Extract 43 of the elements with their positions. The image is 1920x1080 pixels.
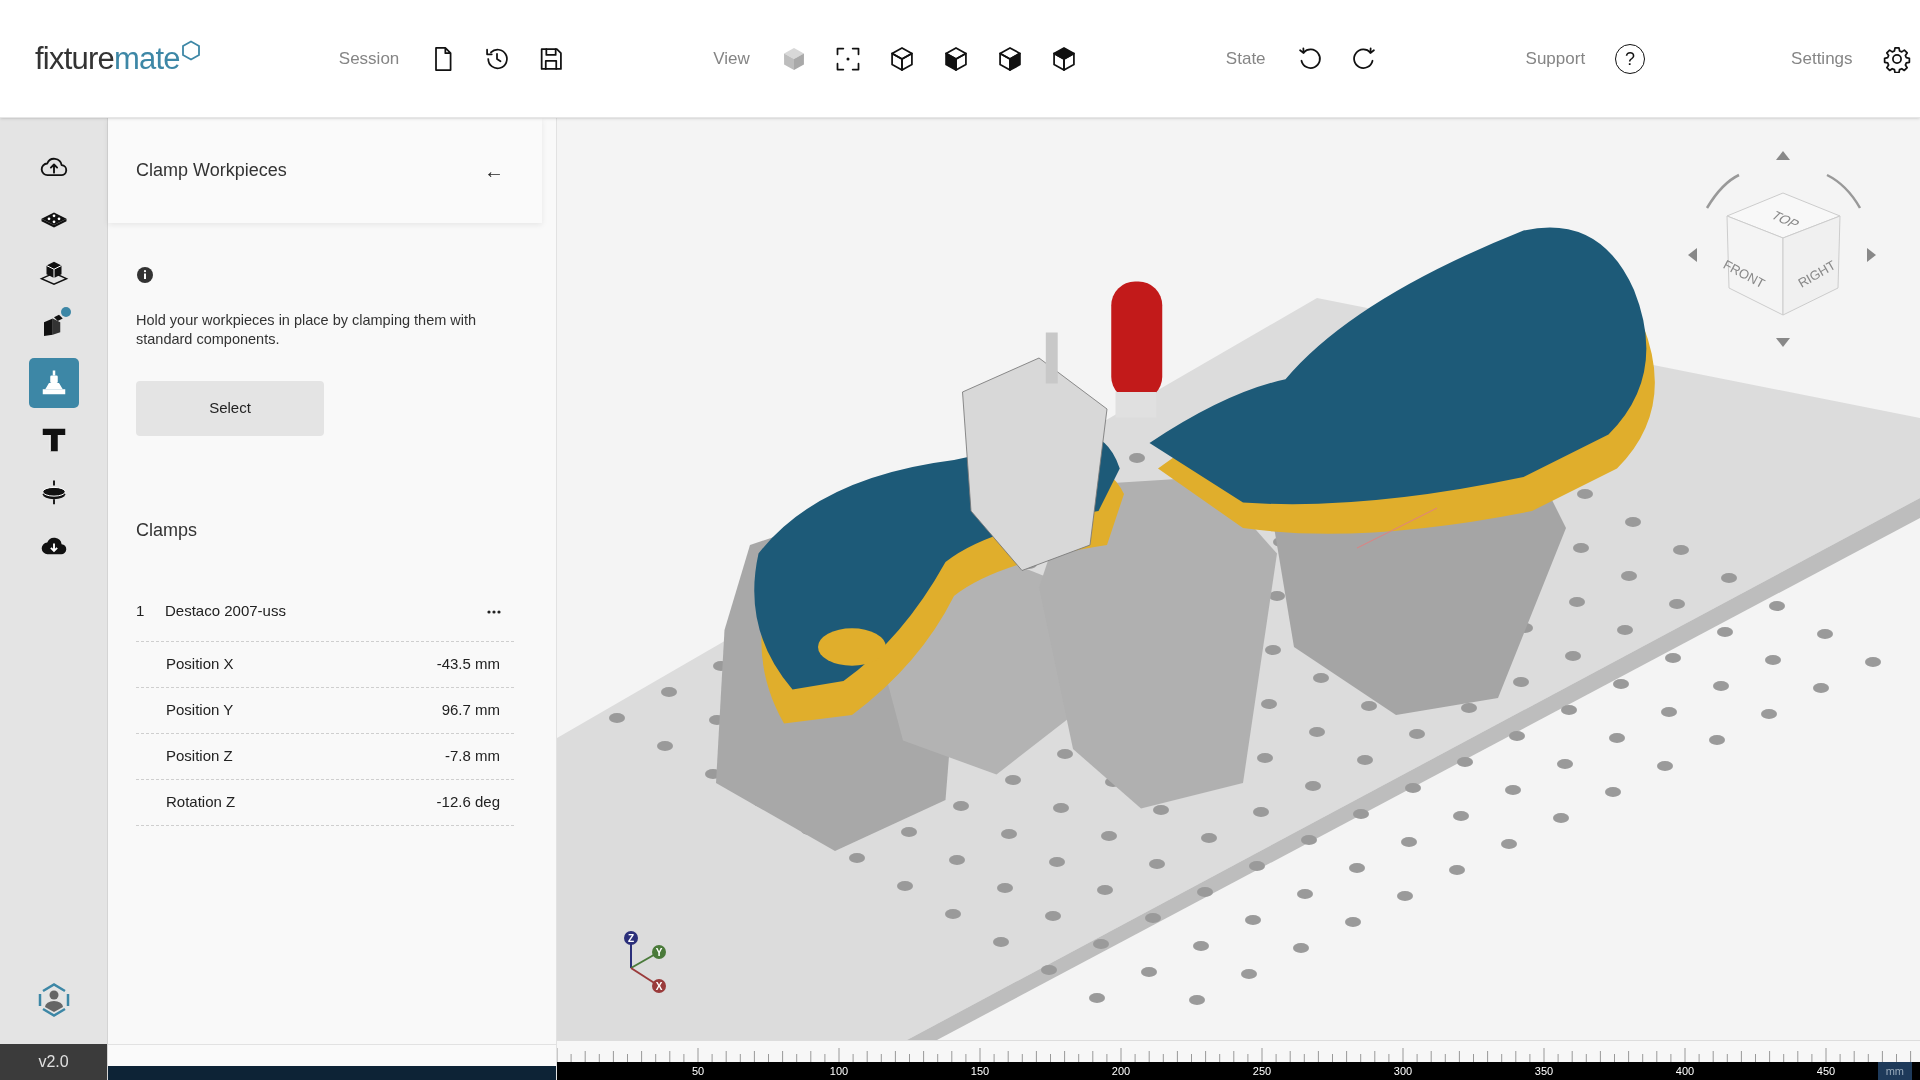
toolbar-group-label: State — [1225, 47, 1266, 70]
ruler-label: 300 — [1393, 1064, 1413, 1078]
axis-indicator: Z — [624, 931, 638, 969]
property-label: Position Z — [166, 746, 233, 767]
property-value: -43.5 mm — [436, 654, 500, 675]
ruler-label: 400 — [1675, 1064, 1695, 1078]
property-value: 96.7 mm — [441, 700, 500, 721]
axis-indicator: Y — [630, 945, 666, 969]
toolbar-group-label: Session — [338, 47, 400, 70]
settings-icon — [1882, 44, 1911, 73]
version-label: v2.0 — [0, 1044, 107, 1080]
section-heading: Clamps — [136, 519, 198, 542]
app-logo: fixturemate — [35, 39, 201, 78]
info-icon — [136, 266, 154, 284]
view-cube-face-label: TOP — [1767, 208, 1803, 231]
more-options-icon[interactable] — [486, 608, 502, 615]
toolbar-group-label: Support — [1525, 47, 1586, 70]
rotate-up-button[interactable] — [1776, 151, 1790, 160]
toolbar-group-label: Settings — [1791, 47, 1853, 70]
toolbar-group-label: View — [713, 47, 750, 70]
ruler-label: 200 — [1111, 1064, 1131, 1078]
ruler-label: 350 — [1534, 1064, 1554, 1078]
unit-label: mm — [1877, 1062, 1912, 1080]
rotate-right-button[interactable] — [1867, 248, 1876, 262]
axis-indicator: X — [630, 967, 666, 993]
property-label: Rotation Z — [166, 792, 236, 813]
ruler-label: 250 — [1252, 1064, 1272, 1078]
property-value: -12.6 deg — [436, 792, 500, 813]
select-button[interactable]: Select — [136, 381, 324, 436]
ruler-label: 100 — [829, 1064, 849, 1078]
panel-title: Clamp Workpieces — [136, 159, 287, 182]
back-button[interactable]: ← — [484, 160, 504, 181]
ruler-label: 450 — [1816, 1064, 1836, 1078]
property-label: Position Y — [166, 700, 234, 721]
ruler-label: 150 — [970, 1064, 990, 1078]
panel-description: Hold your workpieces in place by clamping them with standard components. — [136, 311, 478, 349]
settings-button[interactable] — [1882, 44, 1911, 73]
rotate-down-button[interactable] — [1776, 338, 1790, 347]
rotate-left-button[interactable] — [1688, 248, 1697, 262]
property-label: Position X — [166, 654, 234, 675]
property-value: -7.8 mm — [445, 746, 500, 767]
ruler-label: 50 — [691, 1064, 705, 1078]
clamp-row[interactable]: 1 Destaco 2007-uss — [136, 582, 514, 642]
